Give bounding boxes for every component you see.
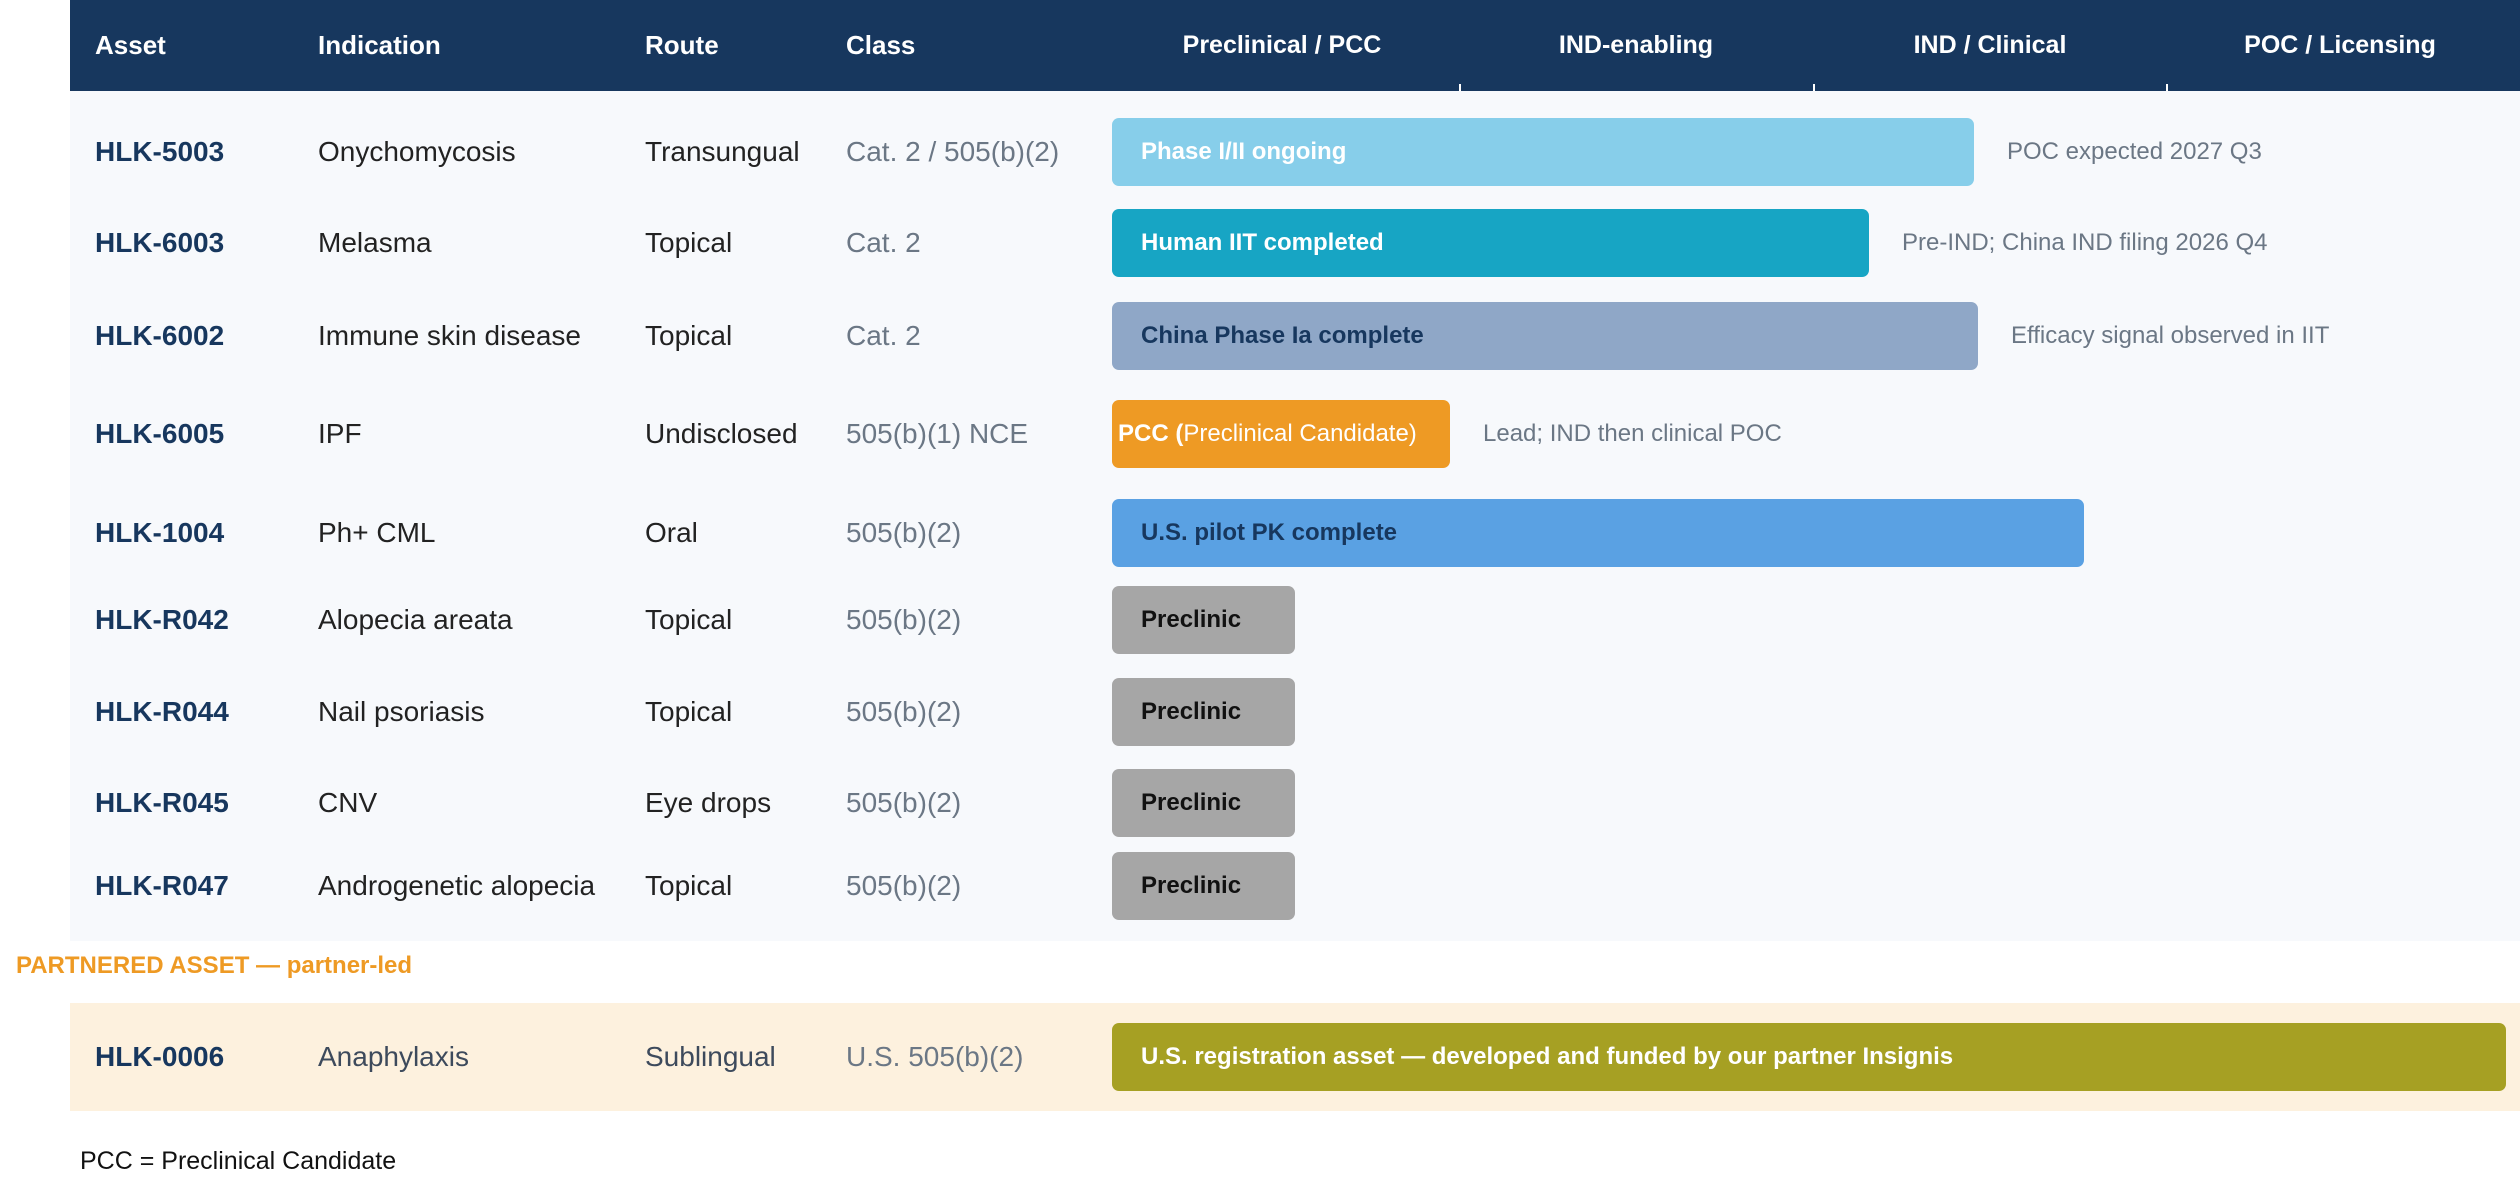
asset-name: HLK-R042 [95, 604, 229, 635]
indication: Melasma [318, 227, 432, 258]
pipeline-row: HLK-R047 Androgenetic alopecia Topical 505(… [0, 852, 2520, 920]
progress-bar: U.S. registration asset — developed and … [1112, 1023, 2506, 1091]
class-label: 505(b)(2) [846, 870, 962, 901]
class-label: Cat. 2 [846, 320, 921, 351]
progress-bar: Preclinic [1112, 769, 1295, 837]
class-label: U.S. 505(b)(2) [846, 1041, 1024, 1072]
partnered-section-label: PARTNERED ASSET — partner-led [16, 952, 413, 979]
asset-name: HLK-R044 [95, 696, 229, 727]
partnered-row: HLK-0006 Anaphylaxis Sublingual U.S. 505(b)… [0, 1023, 2520, 1091]
bar-label: Human IIT completed [1141, 229, 1384, 256]
header-route: Route [645, 30, 719, 60]
indication: Immune skin disease [318, 320, 582, 351]
route: Oral [645, 517, 698, 548]
status-note: POC expected 2027 Q3 [2007, 138, 2262, 165]
header-asset: Asset [95, 30, 166, 60]
bar-label: U.S. pilot PK complete [1141, 519, 1398, 546]
progress-bar: China Phase Ia complete [1112, 302, 1978, 370]
pipeline-row: HLK-R042 Alopecia areata Topical 505(b)(2) P… [0, 586, 2520, 654]
indication: Onychomycosis [318, 136, 516, 167]
bar-label: Preclinic [1141, 606, 1242, 633]
class-label: Cat. 2 [846, 227, 921, 258]
header-stage-ind-enabling: IND-enabling [1558, 31, 1714, 59]
route: Topical [645, 604, 733, 635]
bar-label-sub: Preclinical Candidate) [1183, 420, 1417, 447]
pipeline-row: HLK-1004 Ph+ CML Oral 505(b)(2) U.S. pilot P… [0, 499, 2520, 567]
progress-bar: PCC (Preclinical Candidate) [1112, 400, 1450, 468]
indication: Anaphylaxis [318, 1041, 469, 1072]
route: Topical [645, 227, 733, 258]
class-label: 505(b)(2) [846, 787, 962, 818]
class-label: 505(b)(2) [846, 604, 962, 635]
header-indication: Indication [318, 30, 441, 60]
bar-label: Phase I/II ongoing [1141, 138, 1347, 165]
bar-label: PCC ( [1118, 420, 1184, 447]
status-note: Efficacy signal observed in IIT [2011, 322, 2330, 349]
pipeline-chart: Asset Indication Route Class Preclinical… [0, 0, 2520, 1200]
bar-label: U.S. registration asset — developed and … [1141, 1043, 1954, 1070]
pipeline-row: HLK-R044 Nail psoriasis Topical 505(b)(2) Pr… [0, 678, 2520, 746]
indication: Ph+ CML [318, 517, 436, 548]
pipeline-row: HLK-R045 CNV Eye drops 505(b)(2) Preclinic [0, 769, 2520, 837]
header-stage-preclinical: Preclinical / PCC [1182, 31, 1382, 59]
bar-label: China Phase Ia complete [1141, 322, 1424, 349]
status-note: Pre-IND; China IND filing 2026 Q4 [1902, 229, 2268, 256]
pipeline-row: HLK-6002 Immune skin disease Topical Cat. 2… [0, 302, 2520, 370]
progress-bar: Preclinic [1112, 678, 1295, 746]
route: Transungual [645, 136, 800, 167]
footnote: PCC = Preclinical Candidate [80, 1147, 397, 1175]
bar-label: Preclinic [1141, 789, 1242, 816]
pipeline-row: HLK-6005 IPF Undisclosed 505(b)(1) NCE PCC (… [0, 400, 2520, 468]
asset-name: HLK-5003 [95, 136, 225, 167]
asset-name: HLK-R045 [95, 787, 229, 818]
route: Sublingual [645, 1041, 776, 1072]
class-label: 505(b)(2) [846, 517, 962, 548]
route: Topical [645, 320, 733, 351]
progress-bar: Phase I/II ongoing [1112, 118, 1974, 186]
bar-label: Preclinic [1141, 698, 1242, 725]
indication: IPF [318, 418, 362, 449]
indication: Alopecia areata [318, 604, 513, 635]
route: Eye drops [645, 787, 772, 818]
class-label: Cat. 2 / 505(b)(2) [846, 136, 1060, 167]
header-class: Class [846, 30, 916, 60]
indication: Nail psoriasis [318, 696, 485, 727]
progress-bar: Human IIT completed [1112, 209, 1869, 277]
status-note: Lead; IND then clinical POC [1483, 420, 1782, 447]
route: Topical [645, 870, 733, 901]
progress-bar: U.S. pilot PK complete [1112, 499, 2084, 567]
header-stage-poc-licensing: POC / Licensing [2244, 31, 2436, 59]
class-label: 505(b)(1) NCE [846, 418, 1029, 449]
pipeline-row: HLK-5003 Onychomycosis Transungual Cat. 2 /… [0, 118, 2520, 186]
route: Topical [645, 696, 733, 727]
header-stage-ind-clinical: IND / Clinical [1913, 31, 2067, 59]
indication: Androgenetic alopecia [318, 870, 596, 901]
asset-name: HLK-1004 [95, 517, 225, 548]
asset-name: HLK-6005 [95, 418, 225, 449]
asset-name: HLK-R047 [95, 870, 229, 901]
pipeline-row: HLK-6003 Melasma Topical Cat. 2 Human IIT co… [0, 209, 2520, 277]
asset-name: HLK-6002 [95, 320, 225, 351]
class-label: 505(b)(2) [846, 696, 962, 727]
asset-name: HLK-6003 [95, 227, 225, 258]
progress-bar: Preclinic [1112, 586, 1295, 654]
bar-label: Preclinic [1141, 872, 1242, 899]
indication: CNV [318, 787, 378, 818]
progress-bar: Preclinic [1112, 852, 1295, 920]
route: Undisclosed [645, 418, 798, 449]
asset-name: HLK-0006 [95, 1041, 225, 1072]
